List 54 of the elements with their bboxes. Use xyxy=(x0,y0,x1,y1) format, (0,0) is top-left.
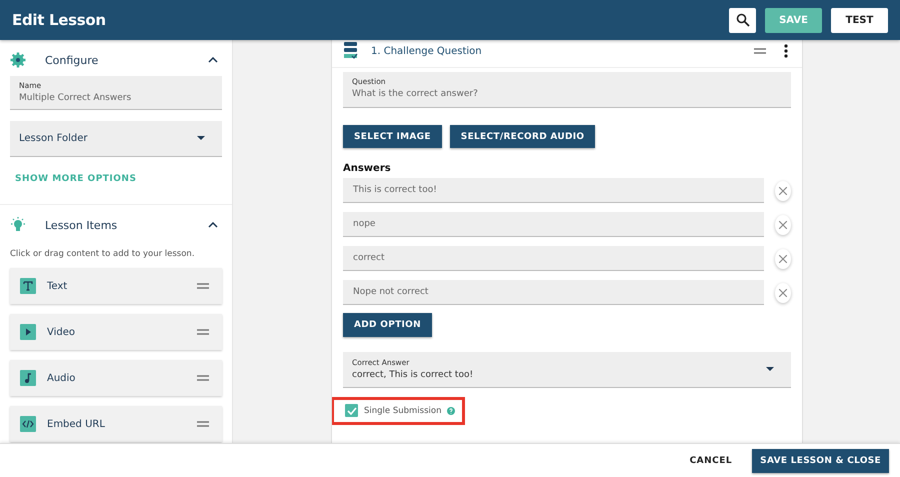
code-icon xyxy=(20,416,36,432)
answer-field[interactable]: This is correct too! xyxy=(343,178,764,203)
chevron-icon[interactable] xyxy=(208,57,218,63)
save-close-button[interactable]: SAVE LESSON & CLOSE xyxy=(752,448,889,472)
section-title: Lesson Items xyxy=(45,218,118,232)
checkbox-label: Single Submission xyxy=(364,406,442,416)
dropdown-icon xyxy=(197,136,205,140)
remove-button[interactable] xyxy=(775,248,791,268)
media-button[interactable]: SELECT IMAGE xyxy=(343,125,442,148)
lesson-item[interactable]: Video xyxy=(10,314,222,350)
remove-button[interactable] xyxy=(775,180,791,200)
checkbox[interactable] xyxy=(345,404,358,417)
page-title: Edit Lesson xyxy=(12,11,106,29)
folder-select[interactable]: Lesson Folder xyxy=(10,121,222,157)
close-icon xyxy=(779,254,787,262)
answer-field[interactable]: nope xyxy=(343,212,764,237)
drag-handle-icon[interactable] xyxy=(754,48,766,54)
section-heading: Answers xyxy=(343,163,392,174)
card-title: 1. Challenge Question xyxy=(371,46,483,56)
hint-text: Click or drag content to add to your lesson. xyxy=(10,249,196,259)
answer-field[interactable]: correct xyxy=(343,246,764,271)
drag-handle-icon[interactable] xyxy=(197,283,209,289)
help-icon[interactable] xyxy=(447,406,456,414)
close-icon xyxy=(779,288,787,296)
play-icon xyxy=(20,324,36,340)
media-button[interactable]: SELECT/RECORD AUDIO xyxy=(450,125,596,148)
field-value: What is the correct answer? xyxy=(352,89,479,99)
lightbulb-icon xyxy=(10,217,26,233)
question-list-icon xyxy=(343,41,359,61)
lesson-item[interactable]: Audio xyxy=(10,360,222,396)
lesson-item[interactable]: Embed URL xyxy=(10,406,222,442)
test-button[interactable]: TEST xyxy=(831,8,888,32)
dropdown-icon xyxy=(766,367,774,371)
remove-button[interactable] xyxy=(775,282,791,302)
drag-handle-icon[interactable] xyxy=(197,421,209,427)
section-title: Configure xyxy=(45,54,100,66)
gear-icon xyxy=(10,52,26,68)
remove-button[interactable] xyxy=(775,214,791,234)
lesson-item[interactable]: Text xyxy=(10,268,222,304)
more-icon[interactable] xyxy=(784,44,788,58)
cancel-button[interactable]: CANCEL xyxy=(684,452,738,470)
drag-handle-icon[interactable] xyxy=(197,375,209,381)
add-option-button[interactable]: ADD OPTION xyxy=(343,313,432,337)
text-icon xyxy=(20,278,36,294)
field-value: correct, This is correct too! xyxy=(352,370,474,380)
chevron-icon[interactable] xyxy=(208,222,218,228)
search-button[interactable] xyxy=(729,8,756,32)
music-note-icon xyxy=(20,370,36,386)
field-value: Multiple Correct Answers xyxy=(19,93,132,103)
close-icon xyxy=(779,220,787,228)
close-icon xyxy=(779,186,787,194)
drag-handle-icon[interactable] xyxy=(197,329,209,335)
search-icon xyxy=(736,13,750,27)
answer-field[interactable]: Nope not correct xyxy=(343,280,764,305)
